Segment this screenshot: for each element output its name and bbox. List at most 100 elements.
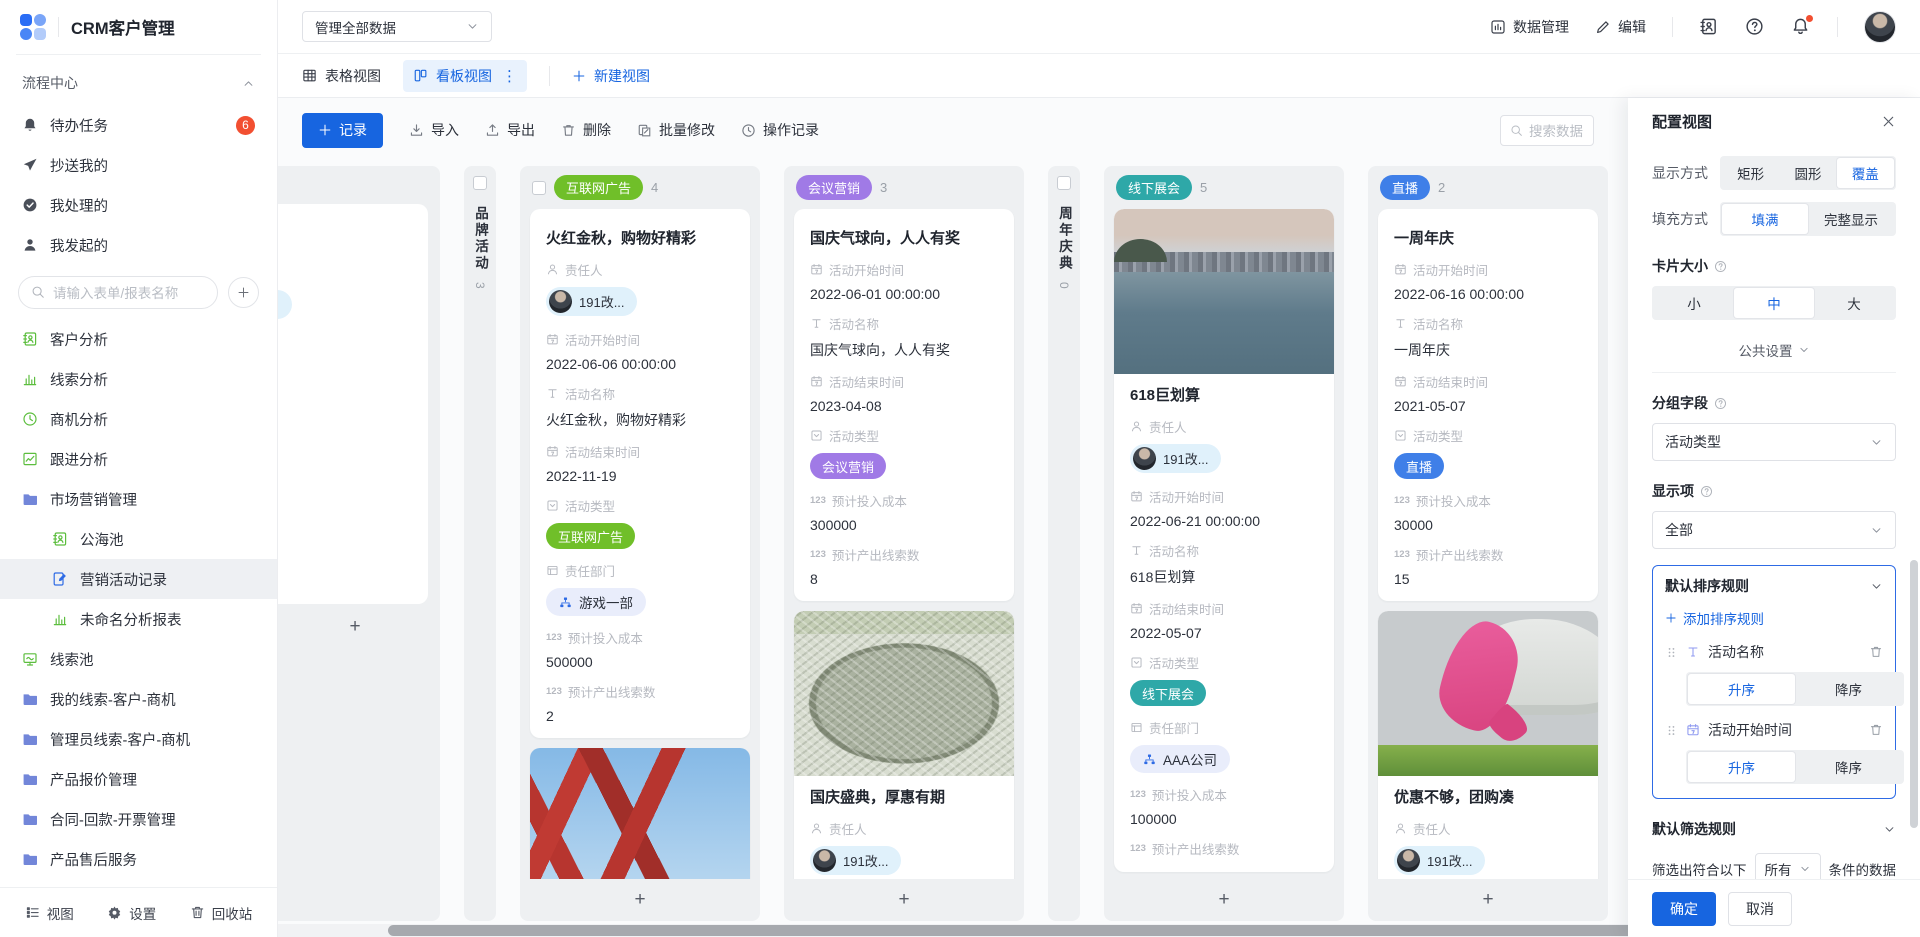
sidebar-item-营销活动记录[interactable]: 营销活动记录 [0, 559, 277, 599]
add-card-button[interactable]: + [784, 879, 1024, 921]
record-card[interactable]: 618巨划算责任人191改...活动开始时间2022-06-21 00:00:0… [1114, 209, 1334, 872]
sidebar-item-市场营销管理[interactable]: 市场营销管理 [0, 479, 277, 519]
sort-direction-option-降序[interactable]: 降序 [1795, 752, 1902, 782]
column-checkbox[interactable] [473, 176, 487, 190]
sidebar-item-我的线索-客户-商机[interactable]: 我的线索-客户-商机 [0, 679, 277, 719]
fill-mode-option-完整显示[interactable]: 完整显示 [1808, 204, 1894, 234]
sidebar-item-抄送我的[interactable]: 抄送我的 [0, 145, 277, 185]
field-label: 预计产出线索数 [832, 545, 920, 564]
panel-scrollbar-thumb[interactable] [1910, 560, 1918, 828]
footer-回收站[interactable]: 回收站 [190, 903, 253, 923]
fill-mode-option-填满[interactable]: 填满 [1722, 204, 1808, 234]
footer-设置[interactable]: 设置 [107, 903, 156, 923]
add-card-button[interactable]: + [520, 879, 760, 921]
sidebar-item-label: 线索池 [50, 649, 94, 670]
toolbar-导入[interactable]: 导入 [409, 120, 459, 140]
filter-rules-header[interactable]: 默认筛选规则 [1652, 819, 1896, 839]
display-mode-option-矩形[interactable]: 矩形 [1722, 158, 1779, 188]
sidebar-item-线索池[interactable]: 线索池 [0, 639, 277, 679]
sidebar-item-label: 抄送我的 [50, 155, 108, 176]
sidebar-item-待办任务[interactable]: 待办任务6 [0, 105, 277, 145]
folder-icon [22, 731, 38, 747]
sidebar-item-线索分析[interactable]: 线索分析 [0, 359, 277, 399]
data-scope-select[interactable]: 管理全部数据 [302, 11, 492, 42]
help-button[interactable] [1745, 17, 1765, 37]
calendar-icon [1394, 263, 1407, 276]
check-circle-icon [22, 197, 38, 213]
filter-rules-title: 默认筛选规则 [1652, 819, 1736, 839]
user-avatar[interactable] [1864, 11, 1896, 43]
footer-视图[interactable]: 视图 [25, 903, 74, 923]
notification-button[interactable] [1791, 17, 1811, 37]
sort-direction-option-降序[interactable]: 降序 [1795, 674, 1902, 704]
group-field-select[interactable]: 活动类型 [1652, 423, 1896, 461]
record-card[interactable] [530, 748, 750, 879]
sidebar-item-产品售后服务[interactable]: 产品售后服务 [0, 839, 277, 879]
field-label-row: 123预计产出线索数 [1130, 839, 1318, 858]
sidebar-item-公海池[interactable]: 公海池 [0, 519, 277, 559]
display-mode-option-圆形[interactable]: 圆形 [1779, 158, 1836, 188]
sidebar-search-input[interactable]: 请输入表单/报表名称 [18, 276, 218, 309]
add-sort-rule-button[interactable]: 添加排序规则 [1665, 608, 1883, 628]
add-form-button[interactable] [228, 277, 259, 308]
add-record-button[interactable]: 记录 [302, 113, 383, 148]
card-size-option-中[interactable]: 中 [1734, 288, 1814, 318]
trash-icon[interactable] [1869, 645, 1883, 659]
edit-button[interactable]: 编辑 [1595, 17, 1646, 37]
toolbar-操作记录[interactable]: 操作记录 [741, 120, 819, 140]
sidebar-item-未命名分析报表[interactable]: 未命名分析报表 [0, 599, 277, 639]
sidebar-item-我处理的[interactable]: 我处理的 [0, 185, 277, 225]
sidebar-item-客户分析[interactable]: 客户分析 [0, 319, 277, 359]
confirm-button[interactable]: 确定 [1652, 892, 1716, 926]
more-options-icon[interactable]: ⋮ [502, 67, 517, 85]
record-card[interactable]: 优惠不够，团购凑责任人191改... [1378, 611, 1598, 879]
column-checkbox[interactable] [1057, 176, 1071, 190]
toolbar-删除[interactable]: 删除 [561, 120, 611, 140]
sort-direction-option-升序[interactable]: 升序 [1688, 674, 1795, 704]
field-label-row: 123预计投入成本 [810, 491, 998, 510]
toolbar-导出[interactable]: 导出 [485, 120, 535, 140]
field-value: 2 [546, 708, 734, 724]
common-settings-toggle[interactable]: 公共设置 [1652, 340, 1896, 360]
sidebar-item-跟进分析[interactable]: 跟进分析 [0, 439, 277, 479]
drag-handle-icon[interactable] [1665, 646, 1678, 659]
record-card[interactable]: 0:04:43 [278, 204, 428, 604]
tab-table-view[interactable]: 表格视图 [302, 66, 381, 86]
tab-kanban-view[interactable]: 看板视图 ⋮ [403, 60, 527, 92]
collapsed-column-品牌活动[interactable]: 品牌活动3 [464, 166, 496, 921]
display-items-select[interactable]: 全部 [1652, 511, 1896, 549]
cancel-button[interactable]: 取消 [1728, 892, 1792, 926]
create-view-button[interactable]: 新建视图 [572, 66, 650, 86]
record-card[interactable]: 一周年庆活动开始时间2022-06-16 00:00:00活动名称一周年庆活动结… [1378, 209, 1598, 601]
add-card-button[interactable]: + [1368, 879, 1608, 921]
department-chip: 游戏一部 [546, 588, 646, 616]
contacts-button[interactable] [1699, 17, 1719, 37]
sidebar-item-我发起的[interactable]: 我发起的 [0, 225, 277, 265]
trash-icon[interactable] [1869, 723, 1883, 737]
sort-direction-option-升序[interactable]: 升序 [1688, 752, 1795, 782]
board-search-input[interactable]: 搜索数据 [1500, 115, 1594, 146]
card-size-option-小[interactable]: 小 [1654, 288, 1734, 318]
column-checkbox[interactable] [532, 181, 546, 195]
sidebar-item-管理员线索-客户-商机[interactable]: 管理员线索-客户-商机 [0, 719, 277, 759]
close-icon[interactable] [1881, 114, 1896, 129]
sidebar-item-产品报价管理[interactable]: 产品报价管理 [0, 759, 277, 799]
toolbar-批量修改[interactable]: 批量修改 [637, 120, 715, 140]
record-card[interactable]: 国庆盛典，厚惠有期责任人191改... [794, 611, 1014, 879]
record-card[interactable]: 火红金秋，购物好精彩责任人191改...活动开始时间2022-06-06 00:… [530, 209, 750, 738]
sidebar-item-商机分析[interactable]: 商机分析 [0, 399, 277, 439]
display-mode-option-覆盖[interactable]: 覆盖 [1837, 158, 1894, 188]
add-record-label: 记录 [339, 120, 367, 140]
add-card-button[interactable]: + [278, 606, 440, 648]
chart-box-icon [1490, 19, 1506, 35]
drag-handle-icon[interactable] [1665, 724, 1678, 737]
add-card-button[interactable]: + [1104, 879, 1344, 921]
field-label-row: 123预计投入成本 [1130, 785, 1318, 804]
sidebar-section-process[interactable]: 流程中心 [0, 61, 277, 105]
card-size-option-大[interactable]: 大 [1814, 288, 1894, 318]
collapsed-column-周年庆典[interactable]: 周年庆典0 [1048, 166, 1080, 921]
sort-rules-header[interactable]: 默认排序规则 [1665, 576, 1883, 596]
sidebar-item-合同-回款-开票管理[interactable]: 合同-回款-开票管理 [0, 799, 277, 839]
data-manage-button[interactable]: 数据管理 [1490, 17, 1569, 37]
record-card[interactable]: 国庆气球向，人人有奖活动开始时间2022-06-01 00:00:00活动名称国… [794, 209, 1014, 601]
